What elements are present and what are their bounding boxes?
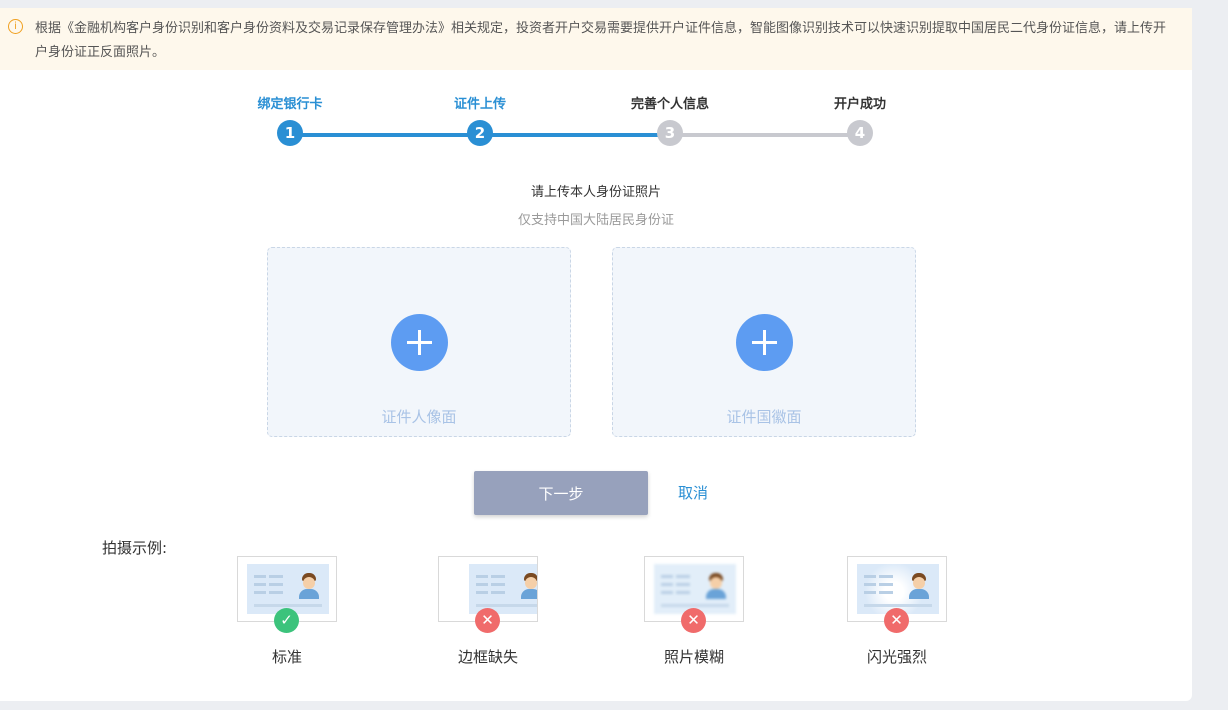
example-label: 边框缺失	[457, 648, 518, 666]
step-label: 绑定银行卡	[257, 97, 323, 112]
check-icon: ✓	[274, 608, 299, 633]
cancel-link[interactable]: 取消	[678, 482, 708, 503]
upload-back-label: 证件国徽面	[726, 408, 802, 426]
id-card-illustration	[469, 564, 537, 614]
id-card-illustration	[247, 564, 329, 614]
example-flash: ✕ 闪光强烈	[847, 556, 947, 667]
portrait-icon	[706, 573, 726, 599]
step-bind-card: 绑定银行卡 1	[230, 96, 350, 146]
step-upload-id: 证件上传 2	[420, 96, 540, 146]
notice-banner: i 根据《金融机构客户身份识别和客户身份资料及交易记录保存管理办法》相关规定，投…	[0, 8, 1192, 70]
example-missing-border: ✕ 边框缺失	[438, 556, 538, 667]
info-icon: i	[8, 19, 23, 34]
examples-title: 拍摄示例:	[102, 539, 168, 557]
portrait-icon	[909, 573, 929, 599]
step-number: 2	[467, 120, 493, 146]
plus-icon[interactable]	[736, 314, 793, 371]
step-label: 开户成功	[833, 97, 886, 112]
example-label: 闪光强烈	[866, 648, 927, 666]
cross-icon: ✕	[681, 608, 706, 633]
upload-front-label: 证件人像面	[381, 408, 457, 426]
step-label: 完善个人信息	[630, 97, 709, 112]
example-label: 照片模糊	[663, 648, 724, 666]
portrait-icon	[299, 573, 319, 599]
cross-icon: ✕	[475, 608, 500, 633]
example-standard: ✓ 标准	[237, 556, 337, 667]
notice-text: 根据《金融机构客户身份识别和客户身份资料及交易记录保存管理办法》相关规定，投资者…	[35, 21, 1167, 60]
id-card-illustration	[654, 564, 736, 614]
step-success: 开户成功 4	[800, 96, 920, 146]
id-card-illustration	[857, 564, 939, 614]
step-number: 4	[847, 120, 873, 146]
progress-steps: 绑定银行卡 1 证件上传 2 完善个人信息 3 开户成功 4	[250, 96, 900, 152]
step-number: 3	[657, 120, 683, 146]
upload-back-box[interactable]: 证件国徽面	[612, 247, 916, 437]
step-label: 证件上传	[453, 97, 506, 112]
upload-title: 请上传本人身份证照片	[530, 185, 661, 200]
plus-icon[interactable]	[391, 314, 448, 371]
portrait-icon	[521, 573, 537, 599]
upload-front-box[interactable]: 证件人像面	[267, 247, 571, 437]
example-label: 标准	[271, 648, 302, 666]
step-personal-info: 完善个人信息 3	[610, 96, 730, 146]
next-step-button[interactable]: 下一步	[474, 471, 648, 515]
upload-subtitle: 仅支持中国大陆居民身份证	[517, 213, 674, 228]
example-blurry: ✕ 照片模糊	[644, 556, 744, 667]
cross-icon: ✕	[884, 608, 909, 633]
step-number: 1	[277, 120, 303, 146]
